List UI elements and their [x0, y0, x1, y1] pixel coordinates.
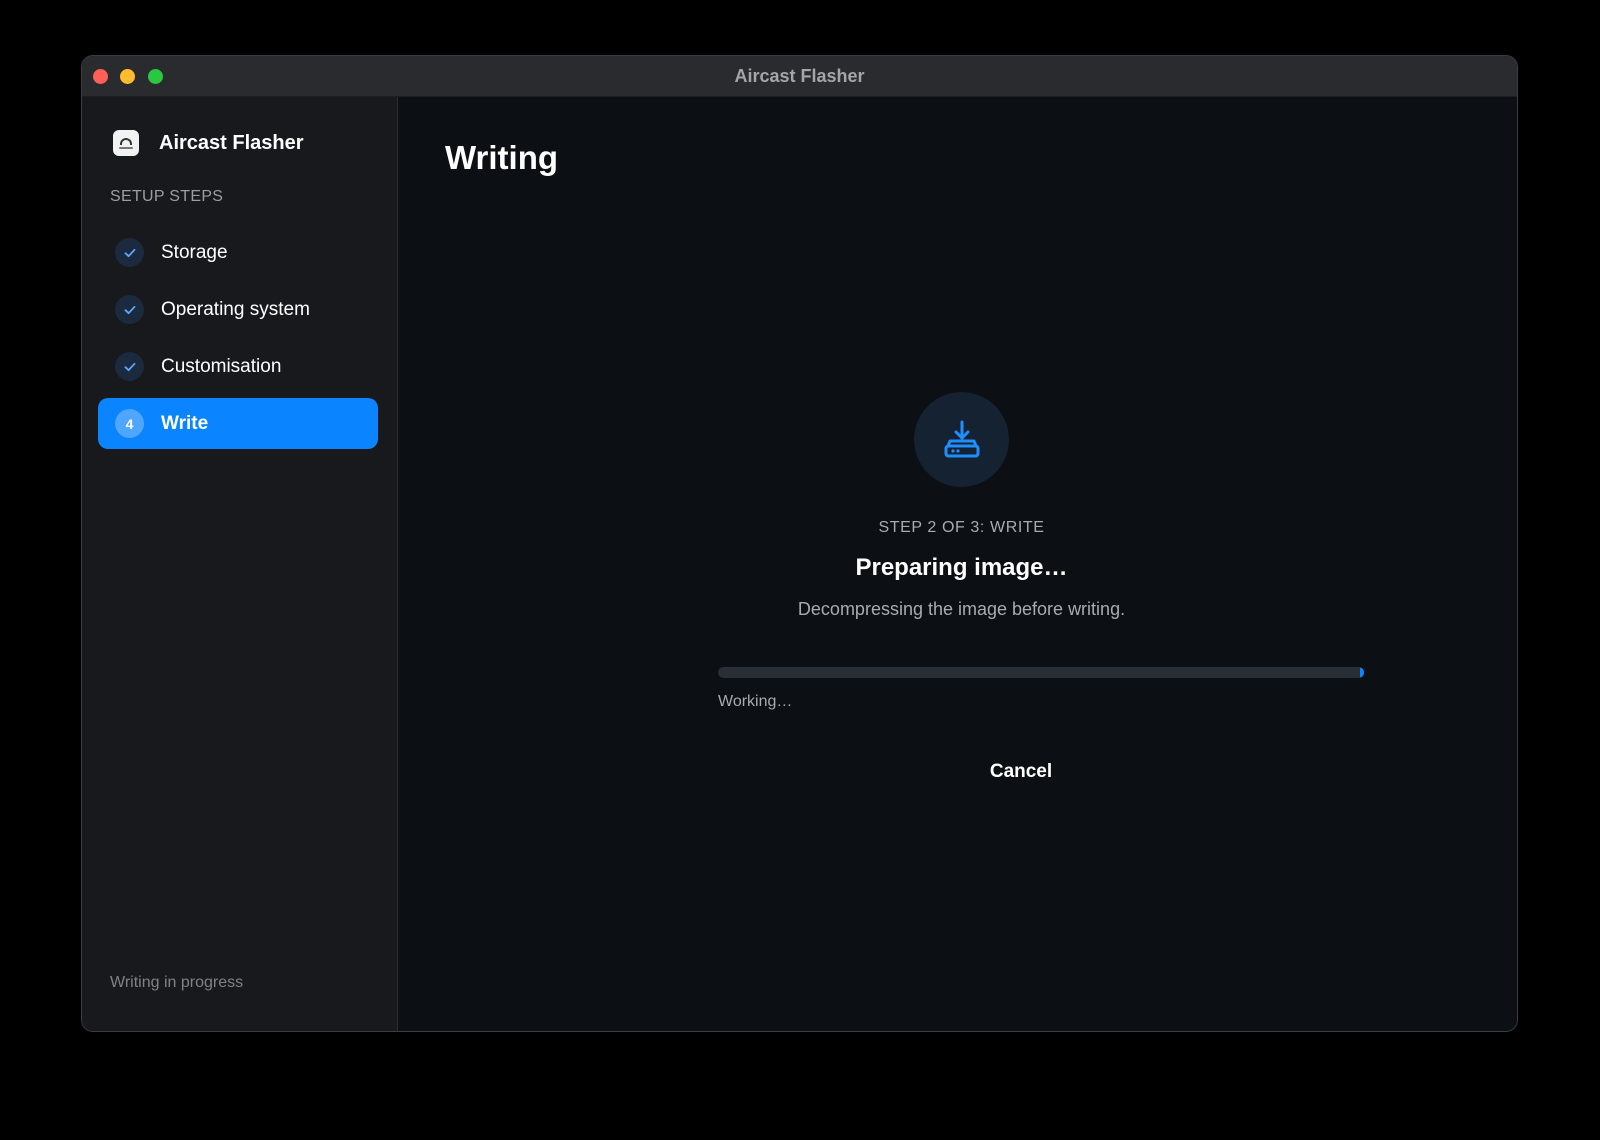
- app-name: Aircast Flasher: [159, 132, 304, 154]
- sidebar-step-storage[interactable]: Storage: [98, 227, 378, 278]
- checkmark-icon: [115, 295, 144, 324]
- app-logo-icon: [113, 130, 139, 156]
- status-heading: Preparing image…: [855, 554, 1068, 581]
- cancel-button[interactable]: Cancel: [971, 753, 1071, 791]
- sidebar-status-text: Writing in progress: [110, 974, 244, 991]
- download-to-drive-icon: [914, 392, 1009, 487]
- sidebar-step-label: Operating system: [161, 299, 310, 320]
- step-caption: STEP 2 OF 3: WRITE: [878, 519, 1045, 536]
- checkmark-icon: [115, 238, 144, 267]
- setup-steps-label: SETUP STEPS: [110, 188, 224, 205]
- sidebar-step-customisation[interactable]: Customisation: [98, 341, 378, 392]
- app-window: Aircast Flasher Aircast Flasher SETUP ST…: [81, 55, 1518, 1032]
- sidebar: Aircast Flasher SETUP STEPS Storage Oper…: [82, 97, 398, 1031]
- checkmark-icon: [115, 352, 144, 381]
- window-title: Aircast Flasher: [734, 66, 865, 86]
- sidebar-step-write[interactable]: 4 Write: [98, 398, 378, 449]
- page-title: Writing: [445, 139, 559, 176]
- progress-indicator: [1360, 667, 1364, 678]
- sidebar-step-label: Storage: [161, 242, 228, 263]
- main-panel: Writing STEP 2 OF 3: WRITE Preparing ima…: [398, 97, 1517, 1031]
- sidebar-step-label: Write: [161, 413, 209, 434]
- progress-bar: [718, 667, 1364, 678]
- status-description: Decompressing the image before writing.: [797, 599, 1126, 619]
- title-bar[interactable]: Aircast Flasher: [82, 56, 1517, 97]
- sidebar-step-operating-system[interactable]: Operating system: [98, 284, 378, 335]
- step-number-badge: 4: [115, 409, 144, 438]
- progress-label: Working…: [718, 693, 793, 710]
- sidebar-step-label: Customisation: [161, 356, 282, 377]
